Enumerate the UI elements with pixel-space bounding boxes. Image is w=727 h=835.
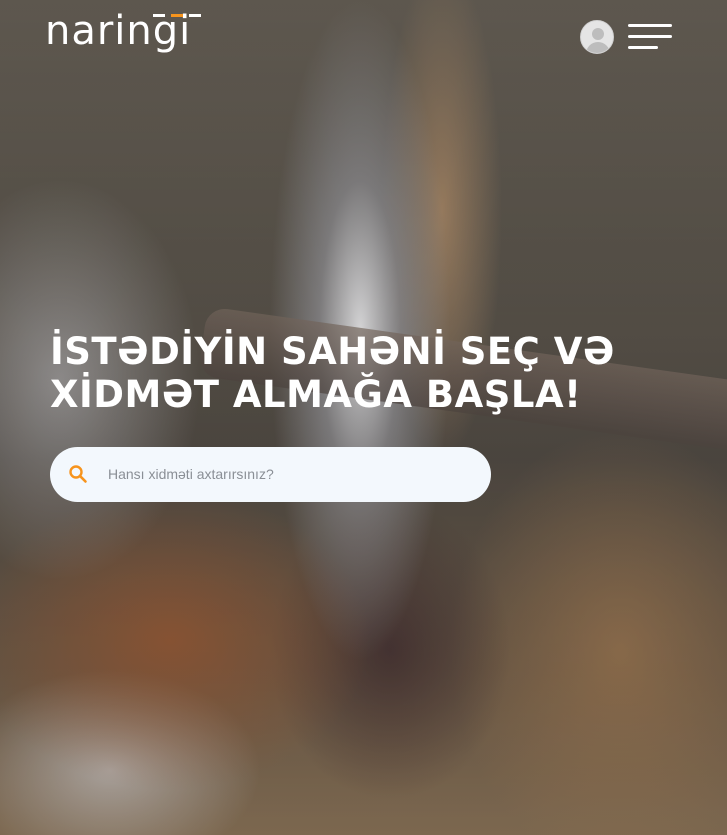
- header: naringi: [0, 0, 727, 75]
- hamburger-menu-icon[interactable]: [628, 24, 672, 50]
- user-avatar-icon[interactable]: [580, 20, 614, 54]
- search-icon: [69, 465, 87, 483]
- hero-headline-line1: İSTƏDİYİN SAHƏNİ SEÇ VƏ: [50, 330, 615, 373]
- search-bar[interactable]: [50, 447, 491, 502]
- hero-headline-line2: XİDMƏT ALMAĞA BAŞLA!: [50, 373, 582, 416]
- hero-headline: İSTƏDİYİN SAHƏNİ SEÇ VƏ XİDMƏT ALMAĞA BA…: [50, 330, 670, 416]
- search-input[interactable]: [108, 459, 468, 489]
- logo-accent-marks: [153, 14, 203, 18]
- hero-background-overlay: [0, 0, 727, 835]
- hero-section: naringi İSTƏDİYİN SAHƏNİ SEÇ VƏ XİDMƏT A…: [0, 0, 727, 835]
